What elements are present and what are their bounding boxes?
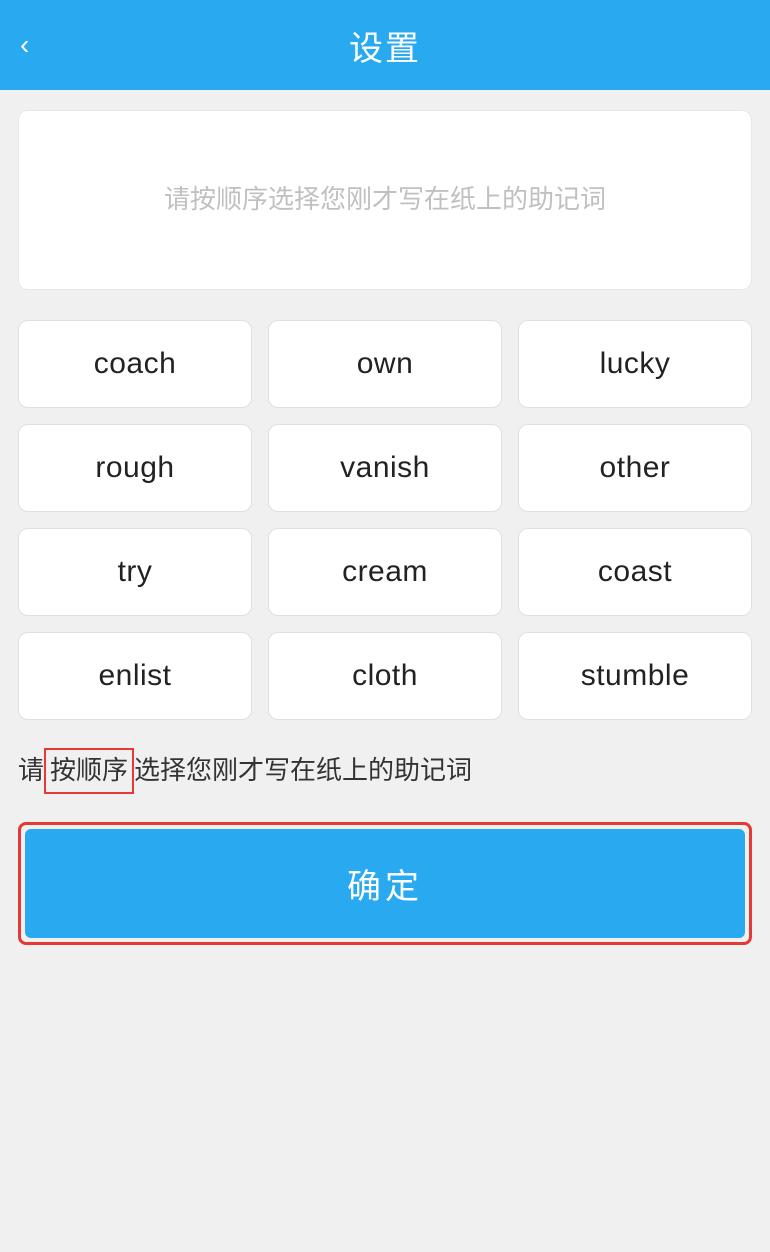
word-button[interactable]: stumble xyxy=(518,632,752,720)
word-button[interactable]: coach xyxy=(18,320,252,408)
word-button[interactable]: lucky xyxy=(518,320,752,408)
back-button[interactable]: ‹ xyxy=(20,31,29,59)
header: ‹ 设置 xyxy=(0,0,770,90)
instruction-highlight: 按顺序 xyxy=(44,748,134,794)
word-button[interactable]: cream xyxy=(268,528,502,616)
instruction-prefix: 请 xyxy=(18,750,44,792)
word-button[interactable]: rough xyxy=(18,424,252,512)
word-button[interactable]: vanish xyxy=(268,424,502,512)
instruction-suffix: 选择您刚才写在纸上的助记词 xyxy=(134,750,472,792)
mnemonic-display-box: 请按顺序选择您刚才写在纸上的助记词 xyxy=(18,110,752,290)
confirm-button[interactable]: 确定 xyxy=(25,829,745,938)
word-button[interactable]: coast xyxy=(518,528,752,616)
word-button[interactable]: other xyxy=(518,424,752,512)
instruction-text: 请按顺序选择您刚才写在纸上的助记词 xyxy=(18,748,752,794)
word-grid: coachownlucky roughvanishother trycreamcoa… xyxy=(18,320,752,720)
word-button[interactable]: cloth xyxy=(268,632,502,720)
word-button[interactable]: enlist xyxy=(18,632,252,720)
main-content: 请按顺序选择您刚才写在纸上的助记词 coachownlucky roughvani… xyxy=(0,90,770,1252)
word-button[interactable]: own xyxy=(268,320,502,408)
mnemonic-placeholder-text: 请按顺序选择您刚才写在纸上的助记词 xyxy=(164,179,606,221)
page-title: 设置 xyxy=(349,21,421,70)
confirm-button-wrapper: 确定 xyxy=(18,822,752,945)
word-button[interactable]: try xyxy=(18,528,252,616)
